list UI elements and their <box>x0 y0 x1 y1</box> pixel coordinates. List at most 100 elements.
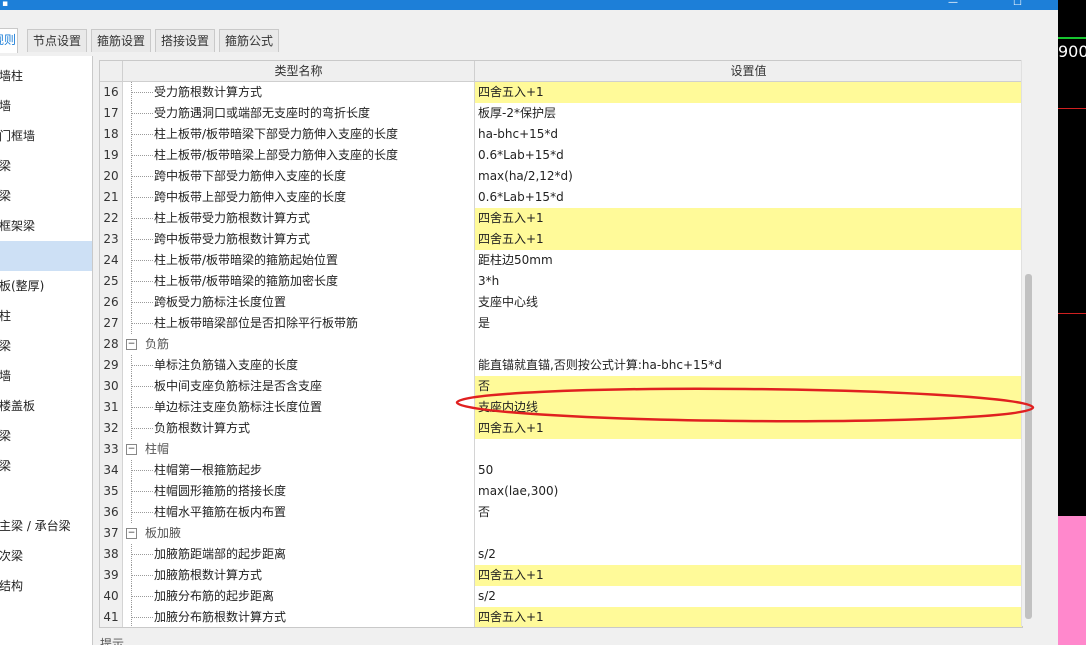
table-row[interactable]: 34 柱帽第一根箍筋起步 50 <box>100 460 1022 482</box>
type-name-cell[interactable]: 柱上板带/板带暗梁上部受力筋伸入支座的长度 <box>123 145 475 166</box>
table-row[interactable]: 20 跨中板带下部受力筋伸入支座的长度 max(ha/2,12*d) <box>100 166 1022 188</box>
component-list-item[interactable]: 楼盖板 <box>0 391 92 421</box>
setting-value-cell[interactable]: 3*h <box>475 271 1022 292</box>
type-name-cell[interactable]: 柱上板带受力筋根数计算方式 <box>123 208 475 229</box>
tab-rules[interactable]: 规则 <box>0 28 18 53</box>
component-list-item[interactable] <box>0 241 92 271</box>
minimize-button[interactable]: — <box>948 0 958 9</box>
type-name-cell[interactable]: 单边标注支座负筋标注长度位置 <box>123 397 475 418</box>
table-row[interactable]: 19 柱上板带/板带暗梁上部受力筋伸入支座的长度 0.6*Lab+15*d <box>100 145 1022 167</box>
table-row[interactable]: 31 单边标注支座负筋标注长度位置 支座内边线 <box>100 397 1022 419</box>
type-name-cell[interactable]: 柱上板带暗梁部位是否扣除平行板带筋 <box>123 313 475 334</box>
setting-value-cell[interactable]: 四舍五入+1 <box>475 82 1022 103</box>
table-row[interactable]: 32 负筋根数计算方式 四舍五入+1 <box>100 418 1022 440</box>
setting-value-cell[interactable]: 支座中心线 <box>475 292 1022 313</box>
component-list-item[interactable]: 框架梁 <box>0 211 92 241</box>
setting-value-cell[interactable]: 四舍五入+1 <box>475 229 1022 250</box>
component-list-item[interactable]: 板(整厚) <box>0 271 92 301</box>
type-name-cell[interactable]: 跨板受力筋标注长度位置 <box>123 292 475 313</box>
setting-value-cell[interactable] <box>475 439 1022 460</box>
component-list-item[interactable]: 梁 <box>0 181 92 211</box>
component-list-item[interactable]: 墙柱 <box>0 61 92 91</box>
component-list-item[interactable] <box>0 601 92 631</box>
type-name-cell[interactable]: 加腋分布筋根数计算方式 <box>123 607 475 627</box>
type-name-cell[interactable]: 柱上板带/板带暗梁下部受力筋伸入支座的长度 <box>123 124 475 145</box>
table-row[interactable]: 27 柱上板带暗梁部位是否扣除平行板带筋 是 <box>100 313 1022 335</box>
component-list-item[interactable]: 墙 <box>0 91 92 121</box>
table-row[interactable]: 38 加腋筋距端部的起步距离 s/2 <box>100 544 1022 566</box>
setting-value-cell[interactable]: 否 <box>475 502 1022 523</box>
type-name-cell[interactable]: 跨中板带受力筋根数计算方式 <box>123 229 475 250</box>
collapse-icon[interactable]: − <box>126 339 137 350</box>
table-row[interactable]: 18 柱上板带/板带暗梁下部受力筋伸入支座的长度 ha-bhc+15*d <box>100 124 1022 146</box>
type-name-cell[interactable]: 柱帽水平箍筋在板内布置 <box>123 502 475 523</box>
setting-value-cell[interactable]: 50 <box>475 460 1022 481</box>
component-list-item[interactable]: 梁 <box>0 331 92 361</box>
maximize-button[interactable]: ☐ <box>1013 0 1022 9</box>
table-row[interactable]: 35 柱帽圆形箍筋的搭接长度 max(lae,300) <box>100 481 1022 503</box>
type-name-cell[interactable]: 加腋筋距端部的起步距离 <box>123 544 475 565</box>
vertical-scrollbar[interactable] <box>1021 60 1036 626</box>
type-name-cell[interactable]: 柱上板带/板带暗梁的箍筋起始位置 <box>123 250 475 271</box>
type-name-cell[interactable]: − 板加腋 <box>123 523 475 544</box>
setting-value-cell[interactable]: 能直锚就直锚,否则按公式计算:ha-bhc+15*d <box>475 355 1022 376</box>
type-name-cell[interactable]: 柱上板带/板带暗梁的箍筋加密长度 <box>123 271 475 292</box>
type-name-cell[interactable]: 跨中板带下部受力筋伸入支座的长度 <box>123 166 475 187</box>
setting-value-cell[interactable]: s/2 <box>475 586 1022 607</box>
group-row[interactable]: 37− 板加腋 <box>100 523 1022 545</box>
setting-value-cell[interactable]: 距柱边50mm <box>475 250 1022 271</box>
type-name-cell[interactable]: 单标注负筋锚入支座的长度 <box>123 355 475 376</box>
type-name-cell[interactable]: 受力筋根数计算方式 <box>123 82 475 103</box>
component-list-item[interactable]: 门框墙 <box>0 121 92 151</box>
table-row[interactable]: 22 柱上板带受力筋根数计算方式 四舍五入+1 <box>100 208 1022 230</box>
table-row[interactable]: 24 柱上板带/板带暗梁的箍筋起始位置 距柱边50mm <box>100 250 1022 272</box>
setting-value-cell[interactable]: ha-bhc+15*d <box>475 124 1022 145</box>
table-row[interactable]: 40 加腋分布筋的起步距离 s/2 <box>100 586 1022 608</box>
type-name-cell[interactable]: − 柱帽 <box>123 439 475 460</box>
component-list-item[interactable]: 次梁 <box>0 541 92 571</box>
tab-lap-settings[interactable]: 搭接设置 <box>155 29 216 52</box>
setting-value-cell[interactable]: s/2 <box>475 544 1022 565</box>
group-row[interactable]: 33− 柱帽 <box>100 439 1022 461</box>
table-row[interactable]: 36 柱帽水平箍筋在板内布置 否 <box>100 502 1022 524</box>
table-row[interactable]: 16 受力筋根数计算方式 四舍五入+1 <box>100 82 1022 104</box>
table-row[interactable]: 25 柱上板带/板带暗梁的箍筋加密长度 3*h <box>100 271 1022 293</box>
component-list-item[interactable]: 墙 <box>0 361 92 391</box>
component-list-item[interactable]: 梁 <box>0 421 92 451</box>
type-name-cell[interactable]: 跨中板带上部受力筋伸入支座的长度 <box>123 187 475 208</box>
table-row[interactable]: 21 跨中板带上部受力筋伸入支座的长度 0.6*Lab+15*d <box>100 187 1022 209</box>
scrollbar-thumb[interactable] <box>1025 274 1032 619</box>
group-row[interactable]: 28− 负筋 <box>100 334 1022 356</box>
setting-value-cell[interactable]: 四舍五入+1 <box>475 607 1022 627</box>
setting-value-cell[interactable]: 四舍五入+1 <box>475 565 1022 586</box>
setting-value-cell[interactable]: 是 <box>475 313 1022 334</box>
table-row[interactable]: 29 单标注负筋锚入支座的长度 能直锚就直锚,否则按公式计算:ha-bhc+15*d <box>100 355 1022 377</box>
table-row[interactable]: 17 受力筋遇洞口或端部无支座时的弯折长度 板厚-2*保护层 <box>100 103 1022 125</box>
component-list-item[interactable]: 主梁 / 承台梁 <box>0 511 92 541</box>
type-name-cell[interactable]: 柱帽第一根箍筋起步 <box>123 460 475 481</box>
setting-value-cell[interactable]: max(ha/2,12*d) <box>475 166 1022 187</box>
setting-value-cell[interactable]: 四舍五入+1 <box>475 418 1022 439</box>
type-name-cell[interactable]: 负筋根数计算方式 <box>123 418 475 439</box>
type-name-cell[interactable]: 加腋筋根数计算方式 <box>123 565 475 586</box>
table-row[interactable]: 26 跨板受力筋标注长度位置 支座中心线 <box>100 292 1022 314</box>
type-name-cell[interactable]: 板中间支座负筋标注是否含支座 <box>123 376 475 397</box>
setting-value-cell[interactable] <box>475 334 1022 355</box>
tab-stirrup-settings[interactable]: 箍筋设置 <box>91 29 152 52</box>
component-list-item[interactable]: 柱 <box>0 301 92 331</box>
collapse-icon[interactable]: − <box>126 444 137 455</box>
setting-value-cell[interactable]: 板厚-2*保护层 <box>475 103 1022 124</box>
table-row[interactable]: 41 加腋分布筋根数计算方式 四舍五入+1 <box>100 607 1022 627</box>
setting-value-cell[interactable]: 0.6*Lab+15*d <box>475 187 1022 208</box>
collapse-icon[interactable]: − <box>126 528 137 539</box>
type-name-cell[interactable]: 加腋分布筋的起步距离 <box>123 586 475 607</box>
component-list-item[interactable] <box>0 481 92 511</box>
type-name-cell[interactable]: 受力筋遇洞口或端部无支座时的弯折长度 <box>123 103 475 124</box>
setting-value-cell[interactable]: 支座内边线 <box>475 397 1022 418</box>
type-name-cell[interactable]: 柱帽圆形箍筋的搭接长度 <box>123 481 475 502</box>
type-name-cell[interactable]: − 负筋 <box>123 334 475 355</box>
setting-value-cell[interactable]: 0.6*Lab+15*d <box>475 145 1022 166</box>
tab-stirrup-formula[interactable]: 箍筋公式 <box>219 29 280 52</box>
table-row[interactable]: 30 板中间支座负筋标注是否含支座 否 <box>100 376 1022 398</box>
setting-value-cell[interactable] <box>475 523 1022 544</box>
